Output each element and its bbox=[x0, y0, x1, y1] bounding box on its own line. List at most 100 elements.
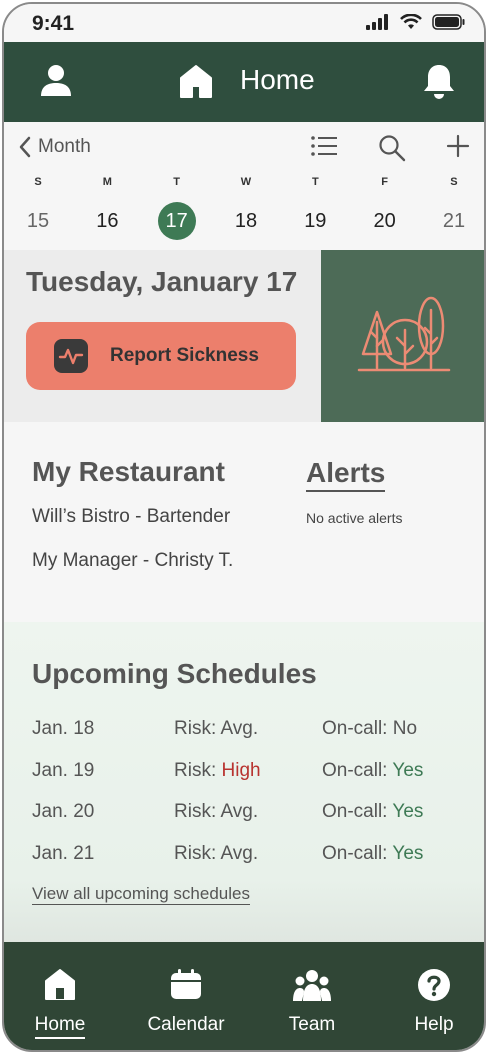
app-header: Home bbox=[4, 42, 484, 122]
report-sickness-button[interactable]: Report Sickness bbox=[26, 322, 296, 390]
day-of-week: S bbox=[450, 176, 458, 188]
calendar-day[interactable]: T 19 bbox=[291, 176, 339, 240]
schedule-row: Jan. 18 Risk: Avg. On-call: No bbox=[32, 712, 472, 754]
day-of-week: T bbox=[311, 176, 319, 188]
tab-team-label: Team bbox=[288, 1014, 336, 1035]
pulse-icon bbox=[54, 339, 88, 373]
risk-prefix: Risk: bbox=[174, 759, 222, 781]
status-time: 9:41 bbox=[32, 12, 75, 35]
schedule-date: Jan. 18 bbox=[32, 718, 95, 739]
list-icon[interactable] bbox=[310, 134, 338, 158]
restaurant-section: My Restaurant Will’s Bistro - Bartender … bbox=[4, 422, 484, 622]
schedule-oncall: On-call: Yes bbox=[322, 843, 423, 865]
day-of-week: M bbox=[102, 176, 112, 188]
oncall-prefix: On-call: bbox=[322, 842, 393, 864]
alerts-link[interactable]: Alerts bbox=[306, 456, 386, 492]
day-number: 18 bbox=[234, 210, 258, 232]
risk-prefix: Risk: bbox=[174, 801, 221, 822]
risk-prefix: Risk: bbox=[174, 718, 221, 739]
schedule-risk: Risk: High bbox=[174, 760, 261, 782]
tab-help-label: Help bbox=[414, 1014, 454, 1035]
day-of-week: W bbox=[240, 176, 252, 188]
calendar-day[interactable]: M 16 bbox=[83, 176, 131, 240]
status-icons bbox=[366, 14, 466, 30]
signal-icon bbox=[366, 14, 388, 30]
risk-value: Avg. bbox=[220, 801, 259, 822]
oncall-value: Yes bbox=[392, 759, 424, 781]
oncall-value: Yes bbox=[392, 842, 424, 864]
schedule-date: Jan. 19 bbox=[32, 759, 95, 781]
help-icon bbox=[418, 969, 450, 1001]
calendar-day[interactable]: S 15 bbox=[14, 176, 62, 240]
schedule-date: Jan. 21 bbox=[32, 842, 95, 864]
schedule-oncall: On-call: No bbox=[322, 718, 417, 740]
home-icon bbox=[180, 65, 212, 98]
month-back-label: Month bbox=[38, 136, 91, 157]
upcoming-schedules-section: Upcoming Schedules Jan. 18 Risk: Avg. On-c… bbox=[4, 622, 484, 944]
risk-value: High bbox=[221, 759, 261, 781]
schedule-row: Jan. 21 Risk: Avg. On-call: Yes bbox=[32, 837, 472, 879]
tab-bar: Home Calendar Team Help bbox=[4, 942, 484, 1050]
day-number: 19 bbox=[304, 210, 327, 232]
risk-value: Avg. bbox=[220, 842, 259, 864]
schedule-risk: Risk: Avg. bbox=[174, 843, 258, 865]
schedules-heading: Upcoming Schedules bbox=[32, 658, 317, 689]
calendar-day[interactable]: T 17 bbox=[153, 176, 201, 240]
schedule-risk: Risk: Avg. bbox=[174, 718, 258, 740]
day-number: 15 bbox=[26, 210, 50, 232]
home-icon bbox=[45, 969, 75, 1000]
risk-value: Avg. bbox=[220, 718, 259, 739]
week-calendar: Month S 15 M 16 T 17 W 18 T 19 F 20 S 21 bbox=[4, 122, 484, 250]
calendar-day[interactable]: W 18 bbox=[222, 176, 270, 240]
search-icon[interactable] bbox=[378, 134, 406, 162]
schedule-risk: Risk: Avg. bbox=[174, 801, 258, 823]
profile-icon[interactable] bbox=[40, 64, 72, 98]
add-icon[interactable] bbox=[446, 134, 470, 158]
view-all-schedules-link[interactable]: View all upcoming schedules bbox=[32, 884, 250, 905]
status-bar: 9:41 bbox=[4, 4, 484, 42]
schedule-row: Jan. 19 Risk: High On-call: Yes bbox=[32, 754, 472, 796]
phone-frame: 9:41 Home Month S 15 M 16 T 17 W 18 T 19… bbox=[2, 2, 486, 1052]
day-number: 20 bbox=[373, 210, 396, 232]
trees-illustration bbox=[321, 250, 484, 422]
trees-icon bbox=[357, 296, 451, 372]
today-date: Tuesday, January 17 bbox=[26, 266, 298, 297]
today-panel: Tuesday, January 17 Report Sickness bbox=[4, 250, 321, 422]
day-of-week: S bbox=[34, 176, 42, 188]
risk-prefix: Risk: bbox=[174, 842, 221, 864]
alerts-message: No active alerts bbox=[306, 510, 403, 526]
oncall-value: Yes bbox=[392, 801, 424, 822]
calendar-icon bbox=[171, 969, 201, 999]
restaurant-position: Will’s Bistro - Bartender bbox=[32, 506, 231, 527]
schedule-oncall: On-call: Yes bbox=[322, 760, 423, 782]
bell-icon[interactable] bbox=[422, 62, 456, 100]
schedule-oncall: On-call: Yes bbox=[322, 801, 423, 823]
calendar-day[interactable]: F 20 bbox=[361, 176, 409, 240]
chevron-left-icon bbox=[19, 136, 31, 158]
report-sickness-label: Report Sickness bbox=[110, 345, 259, 366]
month-back-button[interactable]: Month bbox=[18, 136, 91, 158]
calendar-tools bbox=[310, 134, 470, 162]
oncall-prefix: On-call: bbox=[322, 759, 393, 781]
oncall-value: No bbox=[392, 718, 418, 739]
day-number: 21 bbox=[442, 210, 466, 232]
day-number: 16 bbox=[96, 210, 119, 232]
schedule-list: Jan. 18 Risk: Avg. On-call: No Jan. 19 Risk:… bbox=[32, 712, 472, 878]
schedule-date: Jan. 20 bbox=[32, 801, 95, 822]
tab-home-label: Home bbox=[34, 1014, 86, 1039]
schedule-row: Jan. 20 Risk: Avg. On-call: Yes bbox=[32, 795, 472, 837]
oncall-prefix: On-call: bbox=[322, 718, 393, 739]
tab-calendar-label: Calendar bbox=[147, 1014, 225, 1035]
battery-icon bbox=[432, 14, 465, 30]
page-title: Home bbox=[240, 64, 315, 95]
wifi-icon bbox=[400, 14, 422, 29]
day-of-week: T bbox=[173, 176, 181, 188]
day-of-week: F bbox=[381, 176, 388, 188]
oncall-prefix: On-call: bbox=[322, 801, 393, 822]
team-icon bbox=[293, 970, 331, 1001]
day-number: 17 bbox=[157, 202, 196, 240]
restaurant-manager: My Manager - Christy T. bbox=[32, 550, 234, 571]
restaurant-heading: My Restaurant bbox=[32, 456, 225, 487]
calendar-day[interactable]: S 21 bbox=[430, 176, 478, 240]
week-days: S 15 M 16 T 17 W 18 T 19 F 20 S 21 bbox=[14, 176, 478, 240]
